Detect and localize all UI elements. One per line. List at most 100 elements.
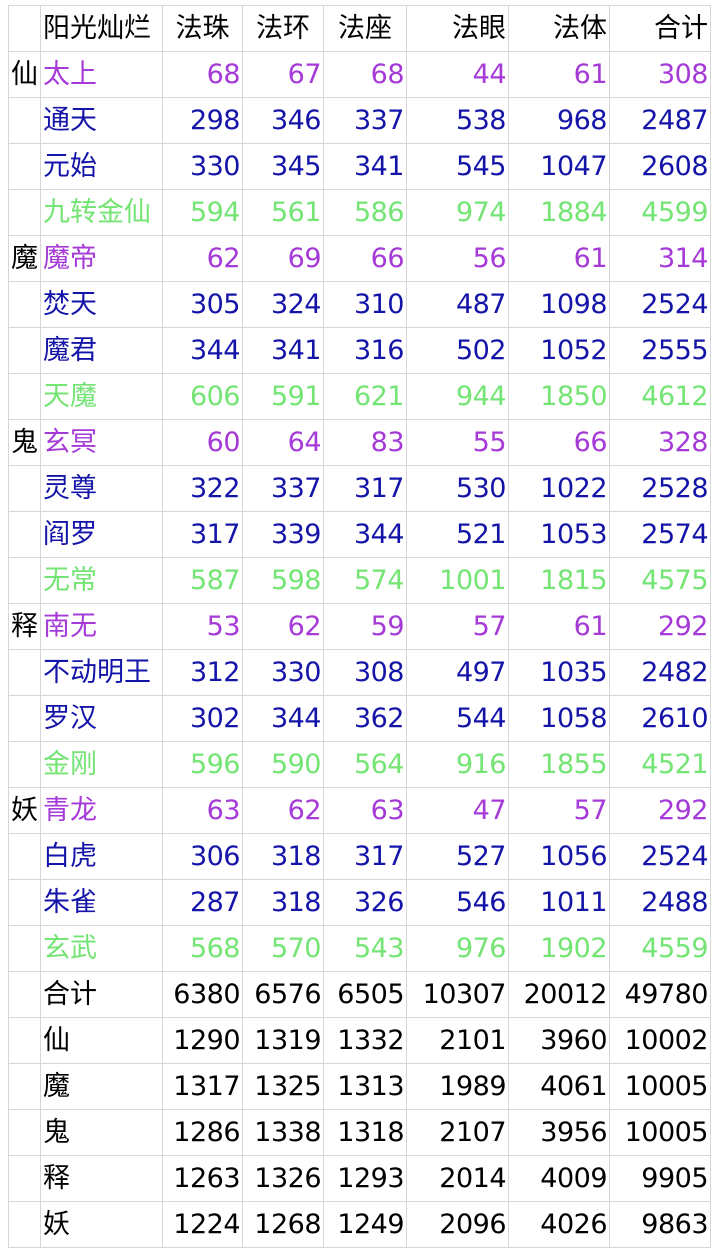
value-cell: 502: [406, 327, 509, 374]
value-cell: 318: [242, 879, 324, 926]
stats-table: 阳光灿烂 法珠 法环 法座 法眼 法体 合计仙太上 68 67 68 44 61 308 通天 298 346…: [8, 5, 711, 1248]
value-cell: 1022: [508, 465, 610, 512]
group-cell: [8, 465, 41, 512]
value-cell: 4559: [609, 925, 711, 972]
value-cell: 302: [162, 695, 243, 742]
value-cell: 292: [609, 787, 711, 834]
group-cell: [8, 695, 41, 742]
value-cell: 362: [323, 695, 407, 742]
row-name: 元始: [40, 143, 163, 190]
value-cell: 1318: [323, 1109, 407, 1156]
value-cell: 4612: [609, 373, 711, 420]
value-cell: 974: [406, 189, 509, 236]
row-name: 太上: [40, 51, 163, 98]
row-name: 仙: [40, 1017, 163, 1064]
value-cell: 1338: [242, 1109, 324, 1156]
value-cell: 339: [242, 511, 324, 558]
row-name: 无常: [40, 557, 163, 604]
value-cell: 337: [323, 97, 407, 144]
value-cell: 330: [242, 649, 324, 696]
value-cell: 591: [242, 373, 324, 420]
value-cell: 4009: [508, 1155, 610, 1202]
group-cell: [8, 833, 41, 880]
table-row: 灵尊 322 337 317 530 1022 2528: [8, 465, 711, 512]
row-name: 妖: [40, 1201, 163, 1248]
group-cell: [8, 1109, 41, 1156]
value-cell: 83: [323, 419, 407, 466]
table-row: 无常 587 598 574 1001 1815 4575: [8, 557, 711, 604]
value-cell: 1850: [508, 373, 610, 420]
value-cell: 344: [323, 511, 407, 558]
value-cell: 1815: [508, 557, 610, 604]
row-name: 朱雀: [40, 879, 163, 926]
value-cell: 9863: [609, 1201, 711, 1248]
group-cell: [8, 511, 41, 558]
group-cell: [8, 971, 41, 1018]
row-name: 通天: [40, 97, 163, 144]
row-name: 灵尊: [40, 465, 163, 512]
value-cell: 976: [406, 925, 509, 972]
value-cell: 1047: [508, 143, 610, 190]
table-row: 魔魔帝 62 69 66 56 61 314: [8, 235, 711, 282]
group-cell: [8, 97, 41, 144]
group-cell: [8, 189, 41, 236]
row-name: 不动明王: [40, 649, 163, 696]
group-cell: [8, 1201, 41, 1248]
value-cell: 1325: [242, 1063, 324, 1110]
value-cell: 62: [242, 787, 324, 834]
group-cell: [8, 281, 41, 328]
value-cell: 305: [162, 281, 243, 328]
value-cell: 318: [242, 833, 324, 880]
table-row: 天魔 606 591 621 944 1850 4612: [8, 373, 711, 420]
value-cell: 2528: [609, 465, 711, 512]
value-cell: 1989: [406, 1063, 509, 1110]
total-row: 释 1263 1326 1293 2014 4009 9905: [8, 1155, 711, 1202]
value-cell: 574: [323, 557, 407, 604]
value-cell: 1326: [242, 1155, 324, 1202]
group-label: 鬼: [8, 419, 41, 466]
value-cell: 59: [323, 603, 407, 650]
value-cell: 20012: [508, 971, 610, 1018]
row-name: 天魔: [40, 373, 163, 420]
value-cell: 1884: [508, 189, 610, 236]
value-cell: 497: [406, 649, 509, 696]
value-cell: 2610: [609, 695, 711, 742]
row-name: 合计: [40, 971, 163, 1018]
column-header: 法珠: [162, 5, 243, 52]
value-cell: 64: [242, 419, 324, 466]
value-cell: 586: [323, 189, 407, 236]
value-cell: 564: [323, 741, 407, 788]
value-cell: 1053: [508, 511, 610, 558]
value-cell: 344: [242, 695, 324, 742]
value-cell: 1332: [323, 1017, 407, 1064]
row-name: 魔君: [40, 327, 163, 374]
value-cell: 590: [242, 741, 324, 788]
column-header: 阳光灿烂: [40, 5, 163, 52]
value-cell: 598: [242, 557, 324, 604]
row-name: 青龙: [40, 787, 163, 834]
column-header: 合计: [609, 5, 711, 52]
table-row: 白虎 306 318 317 527 1056 2524: [8, 833, 711, 880]
value-cell: 317: [323, 465, 407, 512]
value-cell: 56: [406, 235, 509, 282]
value-cell: 69: [242, 235, 324, 282]
value-cell: 3956: [508, 1109, 610, 1156]
total-row: 魔 1317 1325 1313 1989 4061 10005: [8, 1063, 711, 1110]
value-cell: 621: [323, 373, 407, 420]
value-cell: 55: [406, 419, 509, 466]
header-row: 阳光灿烂 法珠 法环 法座 法眼 法体 合计: [8, 5, 711, 52]
value-cell: 546: [406, 879, 509, 926]
value-cell: 1293: [323, 1155, 407, 1202]
total-row: 鬼 1286 1338 1318 2107 3956 10005: [8, 1109, 711, 1156]
total-row: 合计 6380 6576 6505 10307 20012 49780: [8, 971, 711, 1018]
value-cell: 527: [406, 833, 509, 880]
value-cell: 322: [162, 465, 243, 512]
group-label: 魔: [8, 235, 41, 282]
row-name: 魔帝: [40, 235, 163, 282]
group-cell: [8, 879, 41, 926]
row-name: 白虎: [40, 833, 163, 880]
value-cell: 568: [162, 925, 243, 972]
group-cell: [8, 327, 41, 374]
value-cell: 587: [162, 557, 243, 604]
value-cell: 530: [406, 465, 509, 512]
